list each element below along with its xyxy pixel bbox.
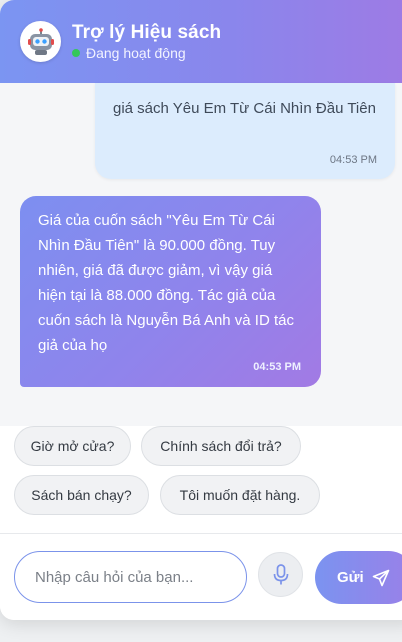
user-message: giá sách Yêu Em Từ Cái Nhìn Đầu Tiên 04:… bbox=[95, 83, 395, 179]
quick-reply-opening-hours[interactable]: Giờ mở cửa? bbox=[14, 426, 131, 466]
paper-plane-icon bbox=[372, 569, 390, 586]
bot-avatar bbox=[20, 21, 61, 62]
send-button[interactable]: Gửi bbox=[315, 551, 402, 604]
message-text: giá sách Yêu Em Từ Cái Nhìn Đầu Tiên bbox=[113, 100, 376, 117]
message-time: 04:53 PM bbox=[329, 154, 377, 166]
microphone-icon bbox=[273, 563, 288, 584]
message-time: 04:53 PM bbox=[253, 361, 301, 373]
status-line: Đang hoạt động bbox=[72, 45, 221, 61]
voice-input-button[interactable] bbox=[258, 552, 303, 597]
chat-title: Trợ lý Hiệu sách bbox=[72, 22, 222, 43]
quick-reply-place-order[interactable]: Tôi muốn đặt hàng. bbox=[160, 475, 320, 515]
bot-message: Giá của cuốn sách "Yêu Em Từ Cái Nhìn Đầ… bbox=[20, 196, 321, 387]
header-text: Trợ lý Hiệu sách Đang hoạt động bbox=[72, 22, 221, 61]
input-bar: Gửi bbox=[0, 534, 402, 620]
send-button-label: Gửi bbox=[337, 569, 364, 586]
chat-widget: Trợ lý Hiệu sách Đang hoạt động giá sách… bbox=[0, 0, 402, 620]
quick-reply-bestsellers[interactable]: Sách bán chạy? bbox=[14, 475, 149, 515]
quick-reply-return-policy[interactable]: Chính sách đổi trả? bbox=[141, 426, 301, 466]
message-list: giá sách Yêu Em Từ Cái Nhìn Đầu Tiên 04:… bbox=[0, 83, 402, 426]
robot-icon bbox=[27, 27, 54, 55]
online-status-dot bbox=[72, 49, 80, 57]
message-text: Giá của cuốn sách "Yêu Em Từ Cái Nhìn Đầ… bbox=[38, 212, 294, 354]
quick-replies: Giờ mở cửa? Chính sách đổi trả? Sách bán… bbox=[0, 426, 402, 533]
chat-header: Trợ lý Hiệu sách Đang hoạt động bbox=[0, 0, 402, 83]
message-input[interactable] bbox=[14, 551, 247, 603]
status-text: Đang hoạt động bbox=[86, 45, 186, 61]
